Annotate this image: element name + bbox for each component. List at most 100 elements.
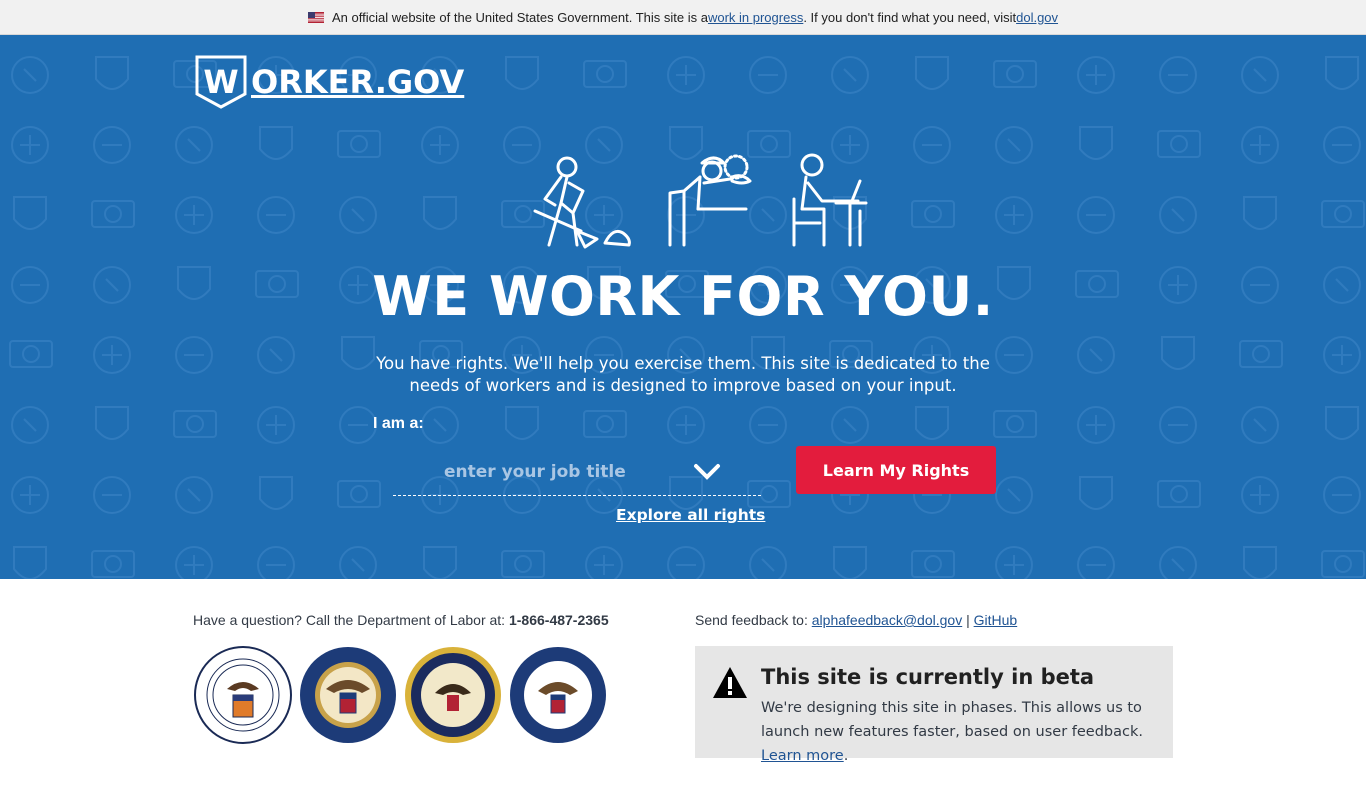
chevron-down-icon[interactable]: [693, 462, 721, 482]
work-in-progress-link[interactable]: work in progress: [708, 10, 803, 25]
shovel-worker-icon: [533, 156, 631, 249]
pattern-plus-icon: [1323, 336, 1361, 374]
nlrb-seal: [300, 647, 396, 743]
pattern-plus-icon: [1241, 476, 1279, 514]
pattern-shield-icon: [505, 56, 539, 90]
beta-title: This site is currently in beta: [761, 665, 1095, 689]
pattern-bill-icon: [1157, 130, 1201, 158]
banner-text: An official website of the United States…: [331, 9, 708, 25]
pattern-circle-icon: [1159, 196, 1197, 234]
pattern-minus-icon: [1323, 126, 1361, 164]
separator: |: [962, 612, 974, 628]
pattern-shield-icon: [1325, 56, 1359, 90]
pattern-shield-icon: [1243, 546, 1277, 579]
pattern-bill-icon: [993, 410, 1037, 438]
pattern-bill-icon: [337, 480, 381, 508]
pattern-plus-icon: [995, 196, 1033, 234]
pattern-bill-icon: [91, 200, 135, 228]
pattern-minus-icon: [93, 126, 131, 164]
pattern-shield-icon: [833, 546, 867, 579]
feedback-line: Send feedback to: alphafeedback@dol.gov …: [695, 612, 1017, 628]
dol-gov-link[interactable]: dol.gov: [1016, 10, 1058, 25]
pattern-plus-icon: [175, 546, 213, 579]
pattern-circle-icon: [1241, 56, 1279, 94]
hero-description: You have rights. We'll help you exercise…: [376, 354, 990, 395]
pattern-minus-icon: [1159, 56, 1197, 94]
pattern-circle-icon: [995, 126, 1033, 164]
pattern-circle-icon: [339, 546, 377, 579]
pattern-shield-icon: [95, 56, 129, 90]
pattern-bill-icon: [993, 60, 1037, 88]
pattern-minus-icon: [749, 406, 787, 444]
pattern-shield-icon: [13, 546, 47, 579]
desk-worker-icon: [792, 153, 868, 247]
pattern-shield-icon: [1243, 196, 1277, 230]
pattern-circle-icon: [749, 546, 787, 579]
learn-more-link[interactable]: Learn more: [761, 748, 844, 764]
pattern-plus-icon: [1077, 406, 1115, 444]
beta-description: We're designing this site in phases. Thi…: [761, 696, 1161, 768]
pattern-circle-icon: [831, 406, 869, 444]
pattern-bill-icon: [911, 200, 955, 228]
pattern-circle-icon: [257, 336, 295, 374]
pattern-minus-icon: [749, 56, 787, 94]
department-of-labor-seal: [194, 646, 292, 744]
hero-section: W ORKER.GOV WE WORK FOR YOU. You have ri…: [0, 35, 1366, 579]
pattern-minus-icon: [1077, 546, 1115, 579]
svg-text:W: W: [203, 63, 238, 101]
pattern-minus-icon: [1323, 476, 1361, 514]
iam-label: I am a:: [373, 415, 424, 432]
learn-my-rights-button[interactable]: Learn My Rights: [796, 446, 996, 494]
pattern-plus-icon: [421, 126, 459, 164]
job-title-input[interactable]: [393, 461, 693, 482]
pattern-circle-icon: [11, 56, 49, 94]
pattern-minus-icon: [339, 406, 377, 444]
pattern-plus-icon: [257, 406, 295, 444]
feedback-email-link[interactable]: alphafeedback@dol.gov: [812, 612, 962, 628]
pattern-circle-icon: [1241, 406, 1279, 444]
pattern-plus-icon: [1241, 126, 1279, 164]
pattern-minus-icon: [1159, 406, 1197, 444]
pattern-shield-icon: [259, 476, 293, 510]
pattern-circle-icon: [339, 196, 377, 234]
pattern-bill-icon: [1157, 480, 1201, 508]
pattern-minus-icon: [257, 196, 295, 234]
pattern-plus-icon: [175, 196, 213, 234]
question-text: Have a question? Call the Department of …: [193, 612, 509, 628]
beta-notice: This site is currently in beta We're des…: [695, 646, 1173, 764]
workers-illustration: [533, 153, 868, 249]
agency-seals: [193, 645, 608, 745]
pattern-bill-icon: [1321, 200, 1365, 228]
pattern-minus-icon: [667, 546, 705, 579]
pattern-bill-icon: [501, 550, 545, 578]
pattern-shield-icon: [259, 126, 293, 160]
pattern-shield-icon: [95, 406, 129, 440]
pattern-bill-icon: [9, 340, 53, 368]
pattern-minus-icon: [93, 476, 131, 514]
gov-banner: An official website of the United States…: [0, 0, 1366, 35]
pattern-shield-icon: [1161, 336, 1195, 370]
github-link[interactable]: GitHub: [974, 612, 1018, 628]
pattern-plus-icon: [11, 126, 49, 164]
pattern-plus-icon: [11, 476, 49, 514]
explore-all-rights-link[interactable]: Explore all rights: [616, 506, 765, 524]
logo-shield-icon: W: [195, 55, 247, 109]
job-title-field[interactable]: [393, 448, 761, 496]
pattern-shield-icon: [1325, 406, 1359, 440]
mechanic-worker-icon: [668, 154, 752, 247]
beta-period: .: [843, 748, 849, 764]
pattern-circle-icon: [11, 406, 49, 444]
worker-gov-logo[interactable]: W ORKER.GOV: [193, 54, 464, 110]
contact-question: Have a question? Call the Department of …: [193, 612, 609, 628]
feedback-text: Send feedback to:: [695, 612, 812, 628]
pattern-plus-icon: [1077, 56, 1115, 94]
pattern-bill-icon: [911, 550, 955, 578]
pattern-circle-icon: [831, 56, 869, 94]
logo-text: ORKER.GOV: [251, 63, 465, 101]
pattern-shield-icon: [423, 546, 457, 579]
pattern-bill-icon: [91, 550, 135, 578]
banner-text-middle: . If you don't find what you need, visit: [803, 9, 1017, 25]
pattern-plus-icon: [667, 406, 705, 444]
pattern-circle-icon: [421, 406, 459, 444]
eeoc-seal: [510, 647, 606, 743]
